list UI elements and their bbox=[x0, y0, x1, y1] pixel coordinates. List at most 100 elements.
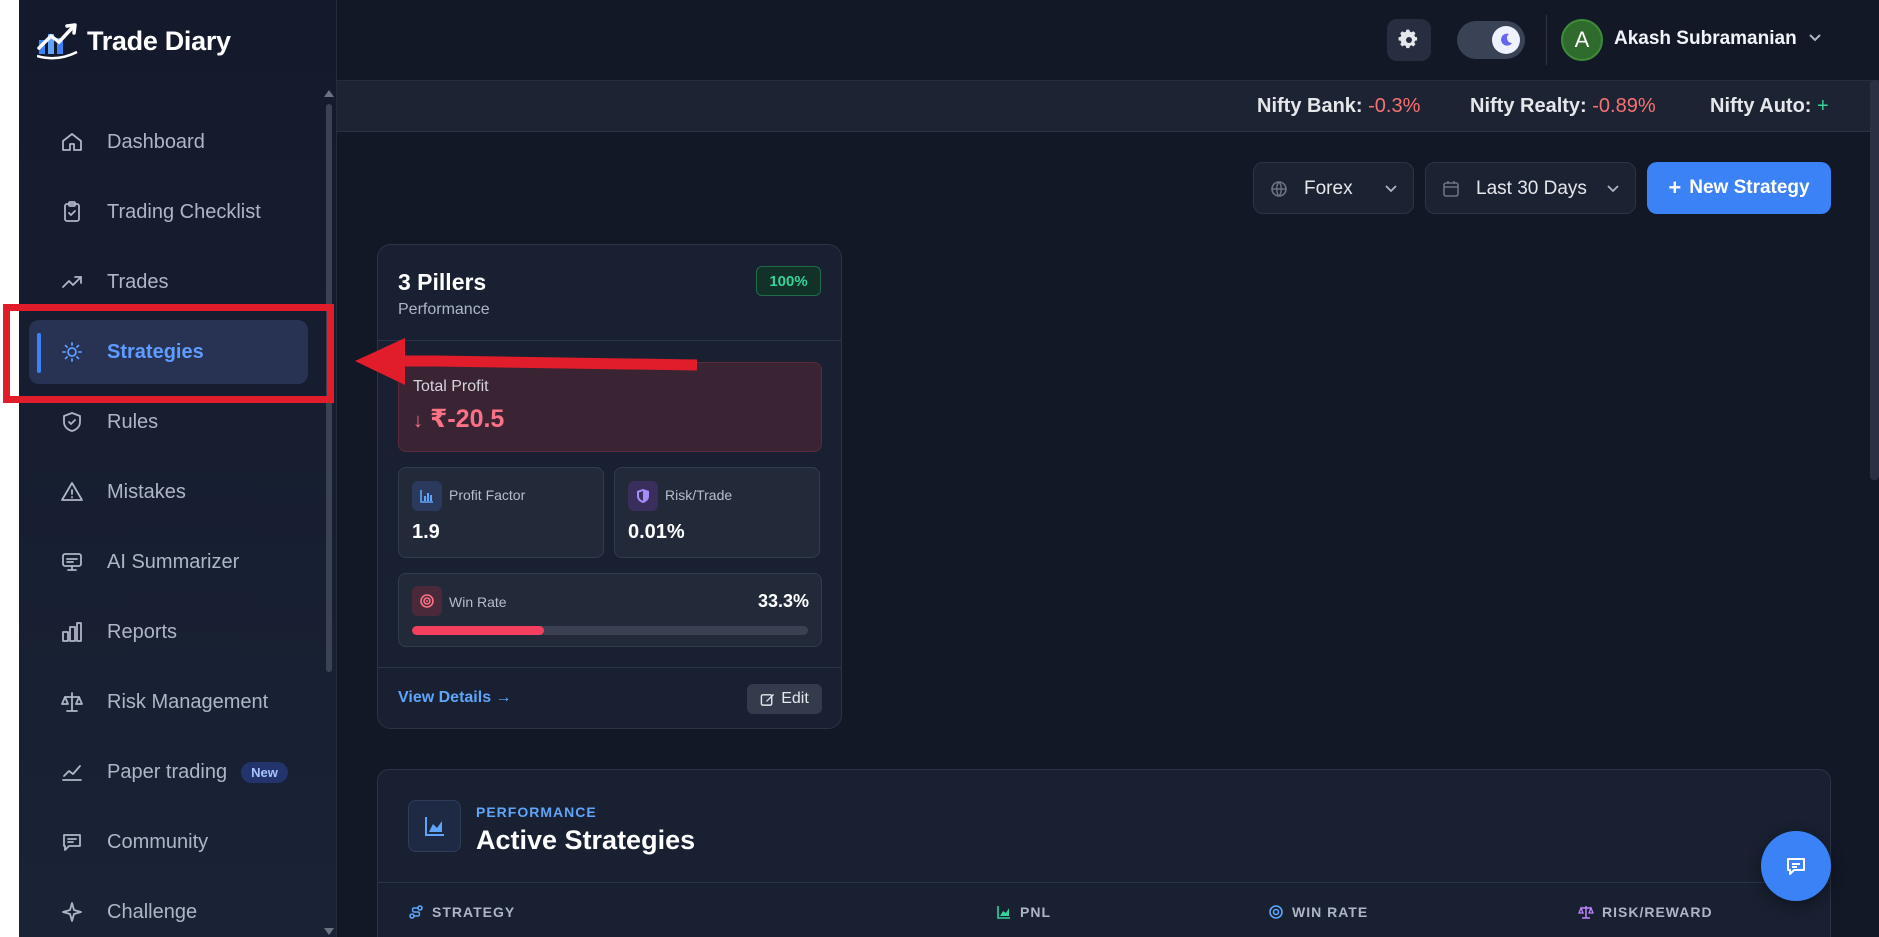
profit-factor-value: 1.9 bbox=[412, 521, 440, 543]
sidebar-item-trading-checklist[interactable]: Trading Checklist bbox=[29, 180, 308, 244]
chevron-down-icon[interactable] bbox=[1808, 31, 1822, 45]
sidebar-item-label: Community bbox=[107, 830, 209, 853]
market-select-value: Forex bbox=[1304, 178, 1353, 199]
market-ticker: Nifty Bank: -0.3% Nifty Realty: -0.89% N… bbox=[337, 80, 1879, 132]
app-logo[interactable]: Trade Diary bbox=[37, 22, 231, 60]
bar-chart-icon bbox=[59, 619, 85, 645]
header-divider bbox=[1546, 15, 1547, 65]
sidebar-item-label: Rules bbox=[107, 410, 159, 433]
sidebar-item-reports[interactable]: Reports bbox=[29, 600, 308, 664]
status-badge: 100% bbox=[756, 266, 821, 296]
user-name[interactable]: Akash Subramanian bbox=[1614, 28, 1797, 50]
ticker-change: + bbox=[1817, 95, 1829, 117]
gear-icon bbox=[1398, 29, 1418, 49]
ticker-name: Nifty Realty: bbox=[1470, 95, 1587, 117]
target-icon bbox=[412, 586, 442, 616]
ticker-name: Nifty Bank: bbox=[1257, 95, 1363, 117]
risk-trade-value: 0.01% bbox=[628, 521, 685, 543]
column-header-label: PNL bbox=[1020, 904, 1051, 920]
new-strategy-button[interactable]: + New Strategy bbox=[1647, 162, 1831, 214]
new-badge: New bbox=[241, 761, 288, 783]
app-name: Trade Diary bbox=[87, 25, 231, 56]
column-header-win-rate[interactable]: WIN RATE bbox=[1268, 904, 1368, 920]
warning-triangle-icon bbox=[59, 479, 85, 505]
win-rate-value: 33.3% bbox=[757, 591, 809, 611]
column-header-strategy[interactable]: STRATEGY bbox=[408, 904, 515, 920]
arrow-right-icon: → bbox=[495, 689, 512, 706]
date-range-select[interactable]: Last 30 Days bbox=[1425, 162, 1636, 214]
left-edge-strip bbox=[0, 0, 19, 937]
date-range-value: Last 30 Days bbox=[1476, 178, 1587, 199]
arrow-down-icon: ↓ bbox=[413, 410, 423, 432]
target-icon bbox=[1269, 905, 1283, 919]
panel-title: Active Strategies bbox=[476, 825, 696, 855]
view-details-link[interactable]: View Details → bbox=[398, 689, 512, 707]
sidebar-item-challenge[interactable]: Challenge bbox=[29, 880, 308, 937]
sidebar: Trade Diary Dashboard Trading Checklist … bbox=[19, 0, 337, 937]
edit-label: Edit bbox=[781, 690, 809, 707]
sidebar-item-risk-management[interactable]: Risk Management bbox=[29, 670, 308, 734]
sidebar-item-label: AI Summarizer bbox=[107, 550, 240, 573]
route-icon bbox=[409, 905, 423, 919]
ticker-item: Nifty Auto: + bbox=[1710, 95, 1829, 118]
toggle-knob bbox=[1492, 26, 1520, 54]
sidebar-item-paper-trading[interactable]: Paper trading New bbox=[29, 740, 308, 804]
calendar-icon bbox=[1443, 181, 1459, 197]
plus-icon: + bbox=[1668, 175, 1682, 200]
win-rate-label: Win Rate bbox=[449, 594, 507, 610]
settings-button[interactable] bbox=[1387, 19, 1431, 61]
total-profit-amount: ₹-20.5 bbox=[429, 405, 505, 433]
strategy-card: 3 Pillers Performance 100% Total Profit … bbox=[377, 244, 842, 729]
ticker-change: -0.3% bbox=[1368, 95, 1421, 117]
win-rate-box: Win Rate 33.3% bbox=[398, 573, 822, 647]
market-select[interactable]: Forex bbox=[1253, 162, 1414, 214]
trending-up-icon bbox=[59, 269, 85, 295]
chart-icon bbox=[997, 906, 1010, 919]
moon-icon bbox=[1501, 33, 1512, 46]
column-header-label: STRATEGY bbox=[432, 904, 516, 920]
annotation-arrow-icon bbox=[355, 338, 698, 385]
sidebar-item-mistakes[interactable]: Mistakes bbox=[29, 460, 308, 524]
scroll-down-arrow[interactable] bbox=[324, 928, 334, 935]
new-strategy-label: New Strategy bbox=[1689, 177, 1810, 198]
column-header-label: RISK/REWARD bbox=[1602, 904, 1713, 920]
clipboard-check-icon bbox=[59, 199, 85, 225]
sidebar-item-community[interactable]: Community bbox=[29, 810, 308, 874]
view-details-label: View Details bbox=[398, 689, 492, 706]
active-strategies-panel: PERFORMANCE Active Strategies STRATEGY P… bbox=[377, 769, 1831, 937]
shield-check-icon bbox=[59, 409, 85, 435]
column-header-label: WIN RATE bbox=[1292, 904, 1369, 920]
ticker-item: Nifty Realty: -0.89% bbox=[1470, 95, 1656, 118]
sidebar-item-label: Trades bbox=[107, 270, 169, 293]
strategy-title: 3 Pillers bbox=[398, 269, 487, 295]
chat-icon bbox=[1787, 858, 1805, 875]
divider bbox=[378, 882, 1830, 883]
ticker-name: Nifty Auto: bbox=[1710, 95, 1812, 117]
sidebar-item-label: Paper trading bbox=[107, 760, 228, 783]
strategy-subtitle: Performance bbox=[398, 301, 490, 318]
total-profit-value: ↓ ₹-20.5 bbox=[413, 404, 504, 434]
logo-chart-icon bbox=[37, 23, 78, 60]
scroll-up-arrow[interactable] bbox=[324, 90, 334, 97]
win-rate-progress bbox=[412, 626, 808, 635]
page-scrollbar[interactable] bbox=[1870, 80, 1879, 480]
panel-kicker: PERFORMANCE bbox=[476, 804, 597, 820]
chat-button[interactable] bbox=[1761, 831, 1831, 901]
sidebar-item-label: Reports bbox=[107, 620, 178, 643]
sidebar-item-dashboard[interactable]: Dashboard bbox=[29, 110, 308, 174]
column-header-pnl[interactable]: PNL bbox=[996, 904, 1051, 920]
profit-factor-box: Profit Factor 1.9 bbox=[398, 467, 604, 558]
sidebar-item-ai-summarizer[interactable]: AI Summarizer bbox=[29, 530, 308, 594]
win-rate-progress-fill bbox=[412, 626, 544, 635]
theme-toggle[interactable] bbox=[1457, 21, 1525, 59]
sparkle-icon bbox=[59, 899, 85, 925]
column-header-risk-reward[interactable]: RISK/REWARD bbox=[1578, 904, 1713, 920]
risk-trade-label: Risk/Trade bbox=[665, 487, 733, 503]
chevron-down-icon bbox=[1607, 185, 1619, 193]
sidebar-item-label: Mistakes bbox=[107, 480, 186, 503]
scale-icon bbox=[59, 689, 85, 715]
shield-icon bbox=[628, 481, 658, 511]
avatar[interactable]: A bbox=[1561, 19, 1603, 61]
ticker-item: Nifty Bank: -0.3% bbox=[1257, 95, 1420, 118]
edit-button[interactable]: Edit bbox=[747, 684, 822, 714]
